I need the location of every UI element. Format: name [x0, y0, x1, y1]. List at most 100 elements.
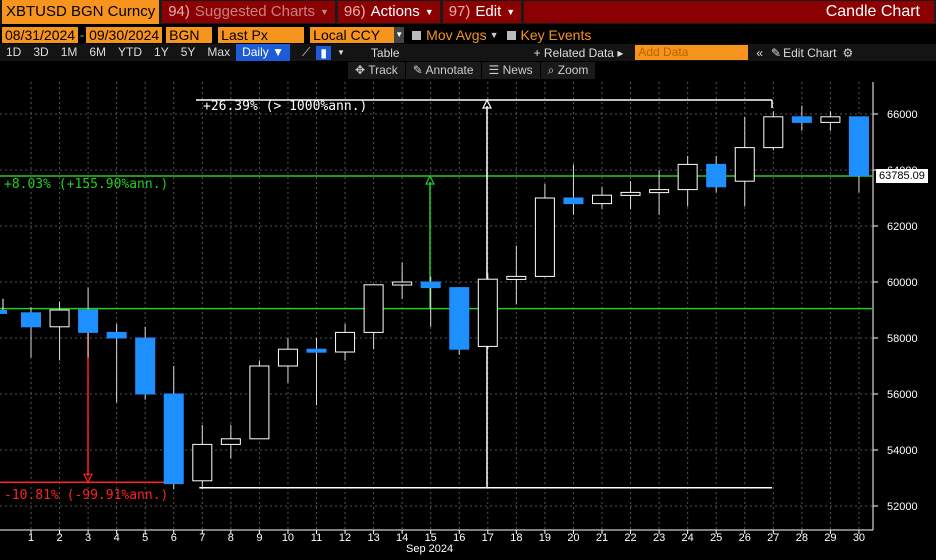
- magnifier-icon: ⌕: [547, 63, 555, 77]
- caret-down-icon: ▼: [506, 7, 516, 17]
- table-button[interactable]: Table: [365, 46, 406, 60]
- add-data-input[interactable]: Add Data: [635, 45, 749, 60]
- suggested-label: Suggested Charts: [194, 3, 315, 20]
- end-date-field[interactable]: 09/30/2024: [86, 27, 163, 43]
- candle-body: [820, 116, 841, 123]
- x-tick-label: 17: [482, 532, 494, 544]
- caret-down-icon: ▼: [424, 7, 434, 17]
- x-tick-label: 27: [767, 532, 779, 544]
- track-label: Track: [368, 63, 398, 77]
- x-tick-label: 3: [85, 532, 91, 544]
- x-tick-label: 4: [114, 532, 120, 544]
- candle-body: [848, 116, 869, 177]
- actions-num: 96): [343, 3, 366, 20]
- period-tab-1d[interactable]: 1D: [0, 44, 27, 61]
- frequency-select[interactable]: Daily ▼: [236, 44, 290, 61]
- x-tick-label: 20: [567, 532, 579, 544]
- actions-button[interactable]: 96) Actions ▼: [337, 1, 440, 23]
- gear-icon[interactable]: ⚙: [836, 46, 859, 60]
- x-tick-label: 26: [739, 532, 751, 544]
- key-events-checkbox[interactable]: [506, 30, 516, 40]
- mov-avgs-label: Mov Avgs: [426, 27, 487, 43]
- candle-body: [791, 116, 812, 123]
- period-tab-5y[interactable]: 5Y: [175, 44, 202, 61]
- period-tab-max[interactable]: Max: [201, 44, 236, 61]
- x-tick-label: 8: [228, 532, 234, 544]
- period-tab-ytd[interactable]: YTD: [112, 44, 148, 61]
- candle-body: [763, 116, 784, 149]
- line-chart-icon[interactable]: ⟋: [296, 45, 316, 60]
- chevron-down-icon[interactable]: ▼: [490, 30, 499, 40]
- annotation-up-mid: +8.03% (+155.90%ann.): [4, 177, 169, 192]
- candle-body: [21, 312, 41, 328]
- edit-chart-button[interactable]: Edit Chart: [783, 46, 836, 60]
- x-tick-label: 23: [653, 532, 665, 544]
- y-tick-label: 54000: [887, 445, 918, 457]
- annotation-down: -10.81% (-99.91%ann.): [4, 488, 169, 503]
- candle-body: [335, 331, 356, 353]
- y-tick-label: 60000: [887, 277, 918, 289]
- x-tick-label: 25: [710, 532, 722, 544]
- x-tick-label: 30: [853, 532, 865, 544]
- candle-body: [192, 443, 213, 482]
- currency-select[interactable]: Local CCY: [310, 27, 395, 43]
- mov-avgs-checkbox[interactable]: [412, 30, 422, 40]
- start-date-field[interactable]: 08/31/2024: [2, 27, 79, 43]
- period-row: 1D 3D 1M 6M YTD 1Y 5Y Max Daily ▼ ⟋ ▮ ▼ Table +…: [0, 44, 936, 61]
- x-tick-label: 1: [28, 532, 34, 544]
- actions-label: Actions: [370, 3, 420, 20]
- candle-body: [677, 163, 698, 191]
- period-tab-6m[interactable]: 6M: [83, 44, 112, 61]
- y-tick-label: 56000: [887, 389, 918, 401]
- tools-row: ✥ Track ✎ Annotate ☰ News ⌕ Zoom: [0, 62, 936, 79]
- candle-body: [620, 191, 641, 196]
- zoom-button[interactable]: ⌕ Zoom: [540, 62, 596, 79]
- source-field[interactable]: BGN: [166, 27, 213, 43]
- pencil-icon[interactable]: ✎: [769, 46, 783, 60]
- x-tick-label: 10: [282, 532, 294, 544]
- suggested-num: 94): [168, 3, 190, 20]
- candle-body: [534, 197, 555, 277]
- candle-body: [477, 278, 498, 347]
- period-tab-1m[interactable]: 1M: [55, 44, 84, 61]
- annotate-button[interactable]: ✎ Annotate: [405, 62, 481, 79]
- candle-body: [734, 147, 755, 182]
- related-data-label: + Related Data: [533, 45, 614, 60]
- ticker-field[interactable]: XBTUSD BGN Curncy: [2, 0, 160, 24]
- candle-body: [449, 287, 470, 350]
- y-tick-label: 62000: [887, 221, 918, 233]
- news-button[interactable]: ☰ News: [481, 62, 540, 79]
- candle-chart-icon[interactable]: ▮: [316, 45, 331, 60]
- related-data-button[interactable]: + Related Data ▸: [528, 46, 630, 60]
- top-toolbar: XBTUSD BGN Curncy 94) Suggested Charts ▼…: [0, 0, 936, 24]
- chart-title: Candle Chart: [524, 1, 934, 23]
- news-icon: ☰: [488, 63, 500, 77]
- last-price-label: 63785.09: [876, 169, 928, 184]
- x-tick-label: 6: [171, 532, 177, 544]
- track-button[interactable]: ✥ Track: [348, 62, 405, 79]
- period-tab-1y[interactable]: 1Y: [148, 44, 175, 61]
- x-tick-label: 21: [596, 532, 608, 544]
- x-tick-label: 2: [56, 532, 62, 544]
- candle-body: [592, 194, 612, 205]
- x-tick-label: 16: [453, 532, 465, 544]
- candle-body: [49, 309, 70, 328]
- chevron-down-icon[interactable]: ▼: [331, 48, 351, 57]
- candle-body: [392, 281, 413, 286]
- caret-down-icon: ▼: [319, 7, 329, 17]
- candle-body: [277, 348, 298, 367]
- candle-body: [0, 310, 7, 314]
- edit-button[interactable]: 97) Edit ▼: [442, 1, 522, 23]
- candle-body: [506, 275, 527, 280]
- edit-num: 97): [448, 3, 471, 20]
- x-tick-label: 7: [199, 532, 205, 544]
- x-tick-label: 9: [256, 532, 262, 544]
- period-tab-3d[interactable]: 3D: [27, 44, 54, 61]
- pencil-icon: ✎: [412, 63, 423, 77]
- field-select[interactable]: Last Px: [218, 27, 305, 43]
- suggested-charts-button[interactable]: 94) Suggested Charts ▼: [162, 1, 335, 23]
- x-tick-label: 28: [796, 532, 808, 544]
- collapse-icon[interactable]: «: [750, 46, 769, 60]
- x-tick-label: 18: [510, 532, 522, 544]
- chevron-down-icon[interactable]: ▼: [394, 27, 405, 43]
